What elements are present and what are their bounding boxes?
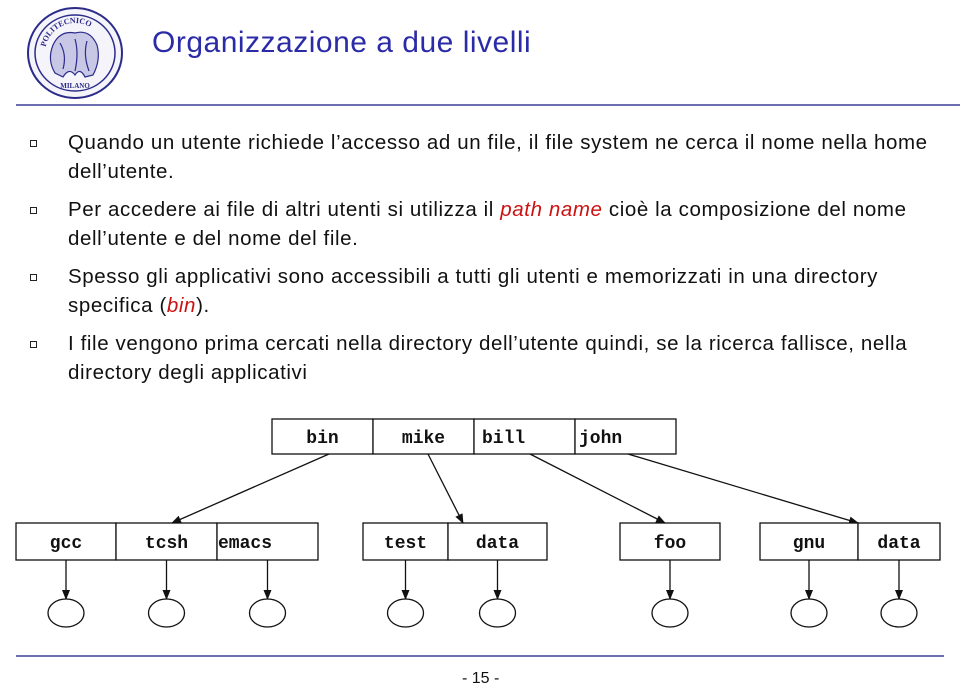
file-node [47,598,85,628]
square-bullet-icon [30,207,37,214]
file-node [880,598,918,628]
two-level-directory-diagram: bin mike bill john gcc tcsh emacs test data foo gn… [15,418,941,628]
square-bullet-icon [30,140,37,147]
bullet-item: I file vengono prima cercati nella direc… [30,329,950,387]
root-dir-label: bill [482,429,525,449]
bullet-item: Per accedere ai file di altri utenti si … [30,195,950,253]
user-dir-entry-label: tcsh [145,534,188,554]
file-node [147,598,186,628]
bullet-text: Quando un utente richiede l’accesso ad u… [68,131,928,183]
user-dir-entry-label: gnu [793,534,825,554]
file-node [651,598,689,628]
file-node [790,598,828,628]
square-bullet-icon [30,341,37,348]
header-divider [16,104,960,106]
root-dir-label: john [579,429,622,449]
bullet-list: Quando un utente richiede l’accesso ad u… [30,128,950,396]
pointer-arrow [529,453,666,524]
file-node [386,598,425,628]
emphasis-text: bin [166,294,197,317]
bullet-text: ). [196,294,210,317]
square-bullet-icon [30,274,37,281]
politecnico-logo-icon: POLITECNICO MILANO [27,7,123,99]
page-number: - 15 - [462,670,500,687]
bullet-text: Per accedere ai file di altri utenti si … [68,198,501,221]
user-dir-entry-label: gcc [50,534,82,554]
footer-divider [16,655,944,657]
user-dir-entry-label: foo [654,534,686,554]
pointer-arrow [171,453,330,524]
bullet-item: Quando un utente richiede l’accesso ad u… [30,128,950,186]
svg-text:MILANO: MILANO [60,82,90,90]
file-node [478,598,517,628]
file-node [248,598,287,628]
user-dir-entry-label: data [476,534,519,554]
pointer-arrow [427,453,464,524]
bullet-item: Spesso gli applicativi sono accessibili … [30,262,950,320]
user-dir-entry-label: test [384,534,427,554]
root-dir-label: mike [402,429,445,449]
emphasis-text: path name [500,198,603,221]
pointer-arrow [627,453,859,525]
user-dir-entry-label: data [877,534,920,554]
bullet-text: I file vengono prima cercati nella direc… [68,332,908,384]
user-dir-entry-label: emacs [218,534,272,554]
slide-title: Organizzazione a due livelli [152,26,532,59]
root-dir-label: bin [306,429,338,449]
